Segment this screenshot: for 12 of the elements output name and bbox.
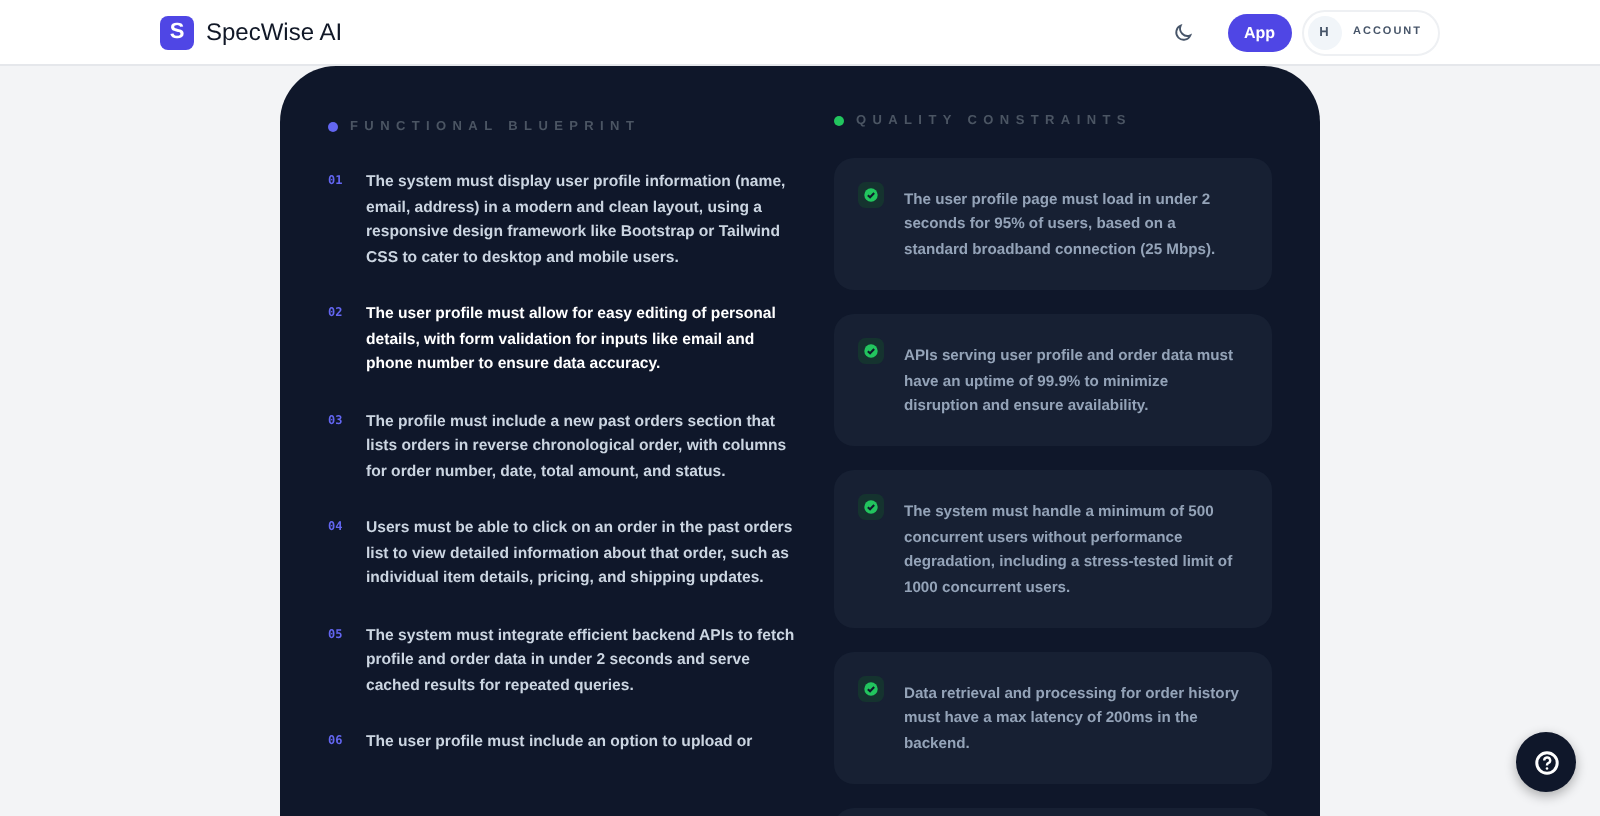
logo-icon: S <box>160 15 194 49</box>
bullet-icon <box>833 116 844 126</box>
moon-icon[interactable] <box>1171 21 1194 43</box>
help-button[interactable] <box>1516 732 1576 792</box>
check-icon <box>857 182 884 208</box>
bullet-icon <box>328 121 338 131</box>
brand-name: SpecWise AI <box>206 18 343 46</box>
check-icon <box>857 676 884 703</box>
app-button[interactable]: App <box>1227 13 1291 51</box>
check-icon <box>857 338 884 365</box>
help-icon <box>1533 749 1559 775</box>
check-icon <box>857 494 884 521</box>
